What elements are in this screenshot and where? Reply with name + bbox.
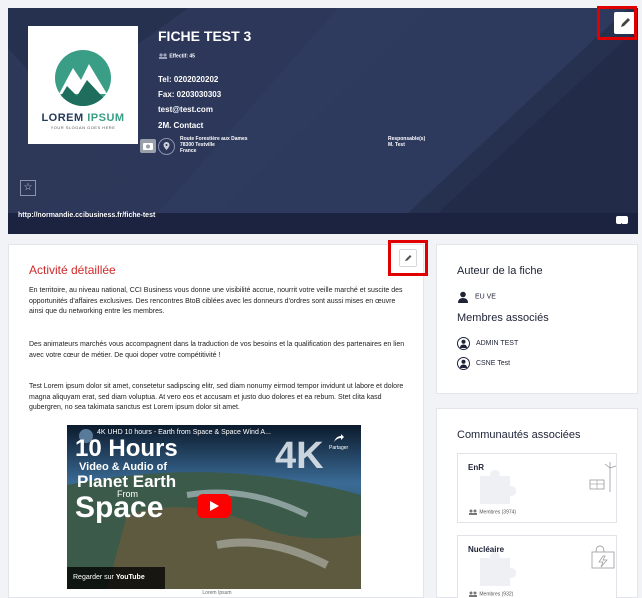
people-icon [469,509,477,515]
author-name[interactable]: EU VE [457,291,496,303]
phone-number: Tel: 0202020202 [158,75,219,84]
location-pin-icon [158,138,175,155]
company-banner: LOREM IPSUM YOUR SLOGAN GOES HERE FICHE … [8,8,638,234]
video-caption: Lorem Ipsum [202,590,232,596]
activity-paragraph-2: Des animateurs marchés vous accompagnent… [29,341,405,359]
community-members: Membres (932) [468,591,513,597]
highlight-edit-header [597,6,637,40]
address: Route Forestière aux Dames 78300 Testvil… [180,136,248,154]
puzzle-icon [480,552,516,586]
play-button[interactable] [197,494,231,518]
user-avatar-icon [457,357,470,370]
communities-panel: Communautés associées EnR Membres (3974)… [436,408,638,598]
logo-slogan: YOUR SLOGAN GOES HERE [50,125,116,130]
fax-number: Fax: 0203030303 [158,90,222,99]
user-avatar-icon [457,337,470,350]
highlight-edit-activity [388,240,428,276]
contact-name: 2M. Contact [158,121,204,130]
email-link[interactable]: test@test.com [158,105,213,114]
favorite-star-icon[interactable]: ☆ [20,180,36,196]
communities-title: Communautés associées [457,429,581,441]
activity-paragraph-3: Test Lorem ipsum dolor sit amet, consete… [29,383,404,411]
play-icon [210,501,219,511]
activity-paragraph-1: En territoire, au niveau national, CCI B… [29,287,403,315]
video-text-line-1: 10 Hours [75,435,178,462]
community-card-enr[interactable]: EnR Membres (3974) [457,453,617,523]
member-item[interactable]: CSNE Test [457,357,510,370]
logo-title: LOREM IPSUM [41,112,125,124]
page-title: FICHE TEST 3 [158,28,252,44]
user-icon [458,291,468,303]
effectif: Effectif: 45 [158,53,195,59]
member-item[interactable]: ADMIN TEST [457,337,518,350]
youtube-icon[interactable] [616,216,628,227]
share-button[interactable]: Partager [329,433,348,451]
share-icon [333,434,344,442]
people-icon [469,591,477,597]
people-icon [159,53,167,59]
watch-on-youtube-button[interactable]: Regarder sur YouTube [67,567,165,589]
nuclear-plant-icon [588,542,618,577]
wind-solar-icon [588,460,618,499]
website-url[interactable]: http://normandie.ccibusiness.fr/fiche-te… [18,212,155,219]
company-logo: LOREM IPSUM YOUR SLOGAN GOES HERE [28,26,156,153]
community-members: Membres (3974) [468,509,516,515]
author-panel: Auteur de la fiche EU VE Membres associé… [436,244,638,394]
puzzle-icon [480,470,516,504]
community-name: Nucléaire [468,545,505,554]
responsable: Responsable(s) M. Test [388,136,426,148]
author-title: Auteur de la fiche [457,265,543,277]
community-card-nucleaire[interactable]: Nucléaire Membres (932) [457,535,617,598]
community-name: EnR [468,463,484,472]
members-title: Membres associés [457,312,549,324]
youtube-video-embed[interactable]: 4K UHD 10 hours - Earth from Space & Spa… [67,425,361,589]
mountain-logo-icon [55,50,111,106]
activity-panel: Activité détaillée En territoire, au niv… [8,244,424,598]
video-text-line-5: Space [75,491,164,524]
video-4k-badge: 4K [275,435,324,477]
activity-title: Activité détaillée [29,263,116,277]
camera-icon[interactable] [140,139,156,153]
